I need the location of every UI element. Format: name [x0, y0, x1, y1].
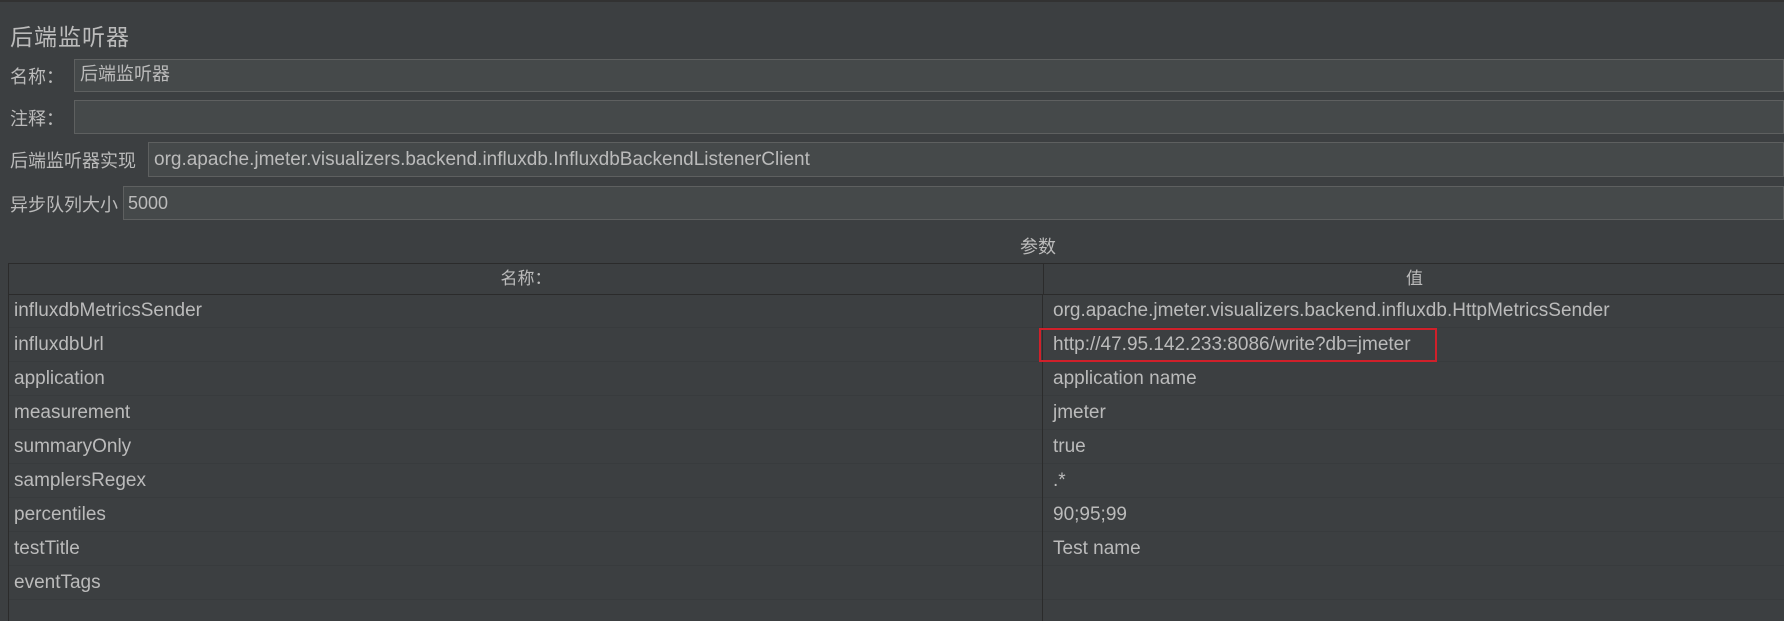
param-name-cell[interactable]: samplersRegex	[9, 464, 1043, 498]
name-label: 名称：	[10, 67, 64, 88]
page-title: 后端监听器	[10, 25, 130, 51]
table-row[interactable]: application application name	[9, 362, 1784, 396]
param-value-cell[interactable]: true	[1044, 430, 1784, 464]
param-name-cell[interactable]: percentiles	[9, 498, 1043, 532]
param-value-cell[interactable]: http://47.95.142.233:8086/write?db=jmete…	[1044, 328, 1784, 362]
param-name-cell[interactable]: summaryOnly	[9, 430, 1043, 464]
parameters-section-label: 参数	[1020, 237, 1056, 258]
param-value-cell[interactable]: application name	[1044, 362, 1784, 396]
table-row-empty	[9, 600, 1784, 621]
table-body: influxdbMetricsSender org.apache.jmeter.…	[9, 294, 1784, 621]
column-header-name[interactable]: 名称：	[9, 264, 1044, 294]
empty-cell	[1044, 600, 1784, 621]
param-value-cell[interactable]: jmeter	[1044, 396, 1784, 430]
comment-field[interactable]	[74, 100, 1784, 134]
param-value-cell[interactable]: 90;95;99	[1044, 498, 1784, 532]
param-value-cell[interactable]	[1044, 566, 1784, 600]
param-name-cell[interactable]: measurement	[9, 396, 1043, 430]
backend-listener-impl-select[interactable]: org.apache.jmeter.visualizers.backend.in…	[148, 142, 1784, 177]
impl-label: 后端监听器实现	[10, 151, 136, 172]
param-name-cell[interactable]: testTitle	[9, 532, 1043, 566]
param-value-cell[interactable]: Test name	[1044, 532, 1784, 566]
param-name-cell[interactable]: eventTags	[9, 566, 1043, 600]
param-name-cell[interactable]: application	[9, 362, 1043, 396]
table-row[interactable]: samplersRegex .*	[9, 464, 1784, 498]
table-row[interactable]: influxdbUrl http://47.95.142.233:8086/wr…	[9, 328, 1784, 362]
table-row[interactable]: measurement jmeter	[9, 396, 1784, 430]
table-row[interactable]: percentiles 90;95;99	[9, 498, 1784, 532]
param-name-cell[interactable]: influxdbMetricsSender	[9, 294, 1043, 328]
column-header-value[interactable]: 值	[1044, 264, 1784, 294]
table-row[interactable]: influxdbMetricsSender org.apache.jmeter.…	[9, 294, 1784, 328]
param-value-cell[interactable]: .*	[1044, 464, 1784, 498]
param-name-cell[interactable]: influxdbUrl	[9, 328, 1043, 362]
top-divider	[0, 0, 1784, 2]
parameters-table: 名称： 值 influxdbMetricsSender org.apache.j…	[8, 263, 1784, 621]
comment-label: 注释：	[10, 109, 64, 130]
table-row[interactable]: summaryOnly true	[9, 430, 1784, 464]
table-header: 名称： 值	[9, 264, 1784, 295]
table-row[interactable]: eventTags	[9, 566, 1784, 600]
table-row[interactable]: testTitle Test name	[9, 532, 1784, 566]
async-queue-size-field[interactable]: 5000	[123, 186, 1784, 220]
async-queue-label: 异步队列大小	[10, 195, 118, 216]
empty-cell	[9, 600, 1043, 621]
param-value-cell[interactable]: org.apache.jmeter.visualizers.backend.in…	[1044, 294, 1784, 328]
name-field[interactable]: 后端监听器	[74, 59, 1784, 92]
